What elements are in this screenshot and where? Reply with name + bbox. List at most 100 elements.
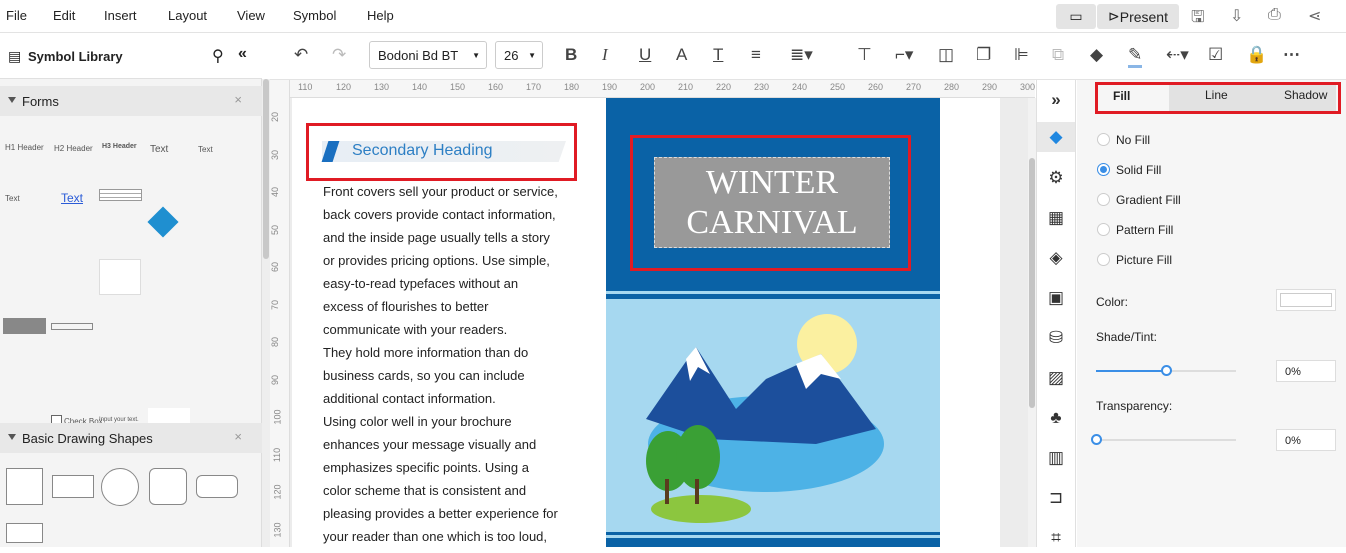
menu-layout[interactable]: Layout xyxy=(168,8,207,23)
symbol-text[interactable]: Text xyxy=(5,194,20,203)
label-gradient-fill: Gradient Fill xyxy=(1116,193,1181,207)
arrange-icon[interactable]: ❐ xyxy=(976,45,991,65)
font-family-select[interactable]: Bodoni Bd BT ▼ xyxy=(369,41,487,69)
present-button[interactable]: ⊳ Present xyxy=(1097,4,1179,29)
symbol-h3[interactable]: H3 Header xyxy=(102,143,137,150)
symbol-text[interactable]: Text xyxy=(150,144,168,155)
title-text-box[interactable]: WINTER CARNIVAL xyxy=(654,157,890,248)
ruler-label: 130 xyxy=(272,521,283,538)
shade-label: Shade/Tint: xyxy=(1096,330,1157,344)
print-icon[interactable]: ⎙ xyxy=(1268,6,1281,24)
line-style-icon[interactable]: ⇠▾ xyxy=(1166,45,1189,65)
search-icon[interactable]: ⚲ xyxy=(212,46,224,66)
share-icon[interactable]: ⋖ xyxy=(1308,6,1321,26)
slideshow-button[interactable]: ▭ xyxy=(1056,4,1096,29)
save-icon[interactable]: 🖫 xyxy=(1191,6,1205,33)
secondary-heading[interactable]: Secondary Heading xyxy=(352,142,493,160)
shade-input[interactable]: 0% xyxy=(1276,360,1336,382)
radio-picture-fill[interactable] xyxy=(1097,253,1110,266)
transparency-slider[interactable] xyxy=(1096,439,1236,441)
connector-icon[interactable]: ⌐▾ xyxy=(895,45,913,65)
shape-frame[interactable] xyxy=(6,523,43,543)
org-chart-icon[interactable]: ♣ xyxy=(1037,403,1075,433)
radio-gradient-fill[interactable] xyxy=(1097,193,1110,206)
menu-symbol[interactable]: Symbol xyxy=(293,8,336,23)
align-shape-icon[interactable]: ◫ xyxy=(938,45,954,65)
symbol-h1[interactable]: H1 Header xyxy=(5,143,44,152)
fit-icon[interactable]: ⌗ xyxy=(1037,523,1075,553)
symbol-form-card[interactable] xyxy=(99,259,141,295)
tree-trunk xyxy=(665,479,669,504)
menu-edit[interactable]: Edit xyxy=(53,8,75,23)
section-basic-drawing-shapes[interactable]: Basic Drawing Shapes × xyxy=(0,423,262,453)
symbol-table[interactable] xyxy=(99,189,142,201)
sidebar-scrollbar[interactable] xyxy=(262,79,270,547)
image-icon[interactable]: ▨ xyxy=(1037,363,1075,393)
canvas-scrollbar[interactable] xyxy=(1028,98,1036,547)
close-icon[interactable]: × xyxy=(234,92,242,107)
connector-panel-icon[interactable]: ⊐ xyxy=(1037,483,1075,513)
lock-icon[interactable]: 🔒 xyxy=(1246,45,1267,65)
download-icon[interactable]: ⇩ xyxy=(1230,6,1243,26)
ruler-label: 70 xyxy=(270,299,281,310)
radio-no-fill[interactable] xyxy=(1097,133,1110,146)
presentation-icon[interactable]: ▣ xyxy=(1037,283,1075,313)
transparency-input[interactable]: 0% xyxy=(1276,429,1336,451)
distribute-icon[interactable]: ⊫ xyxy=(1014,45,1029,65)
shape-circle[interactable] xyxy=(101,468,139,506)
bold-icon[interactable]: B xyxy=(565,45,577,65)
fill-bucket-icon[interactable]: ◆ xyxy=(1090,45,1103,65)
group-icon[interactable]: ⧉ xyxy=(1052,45,1064,65)
close-icon[interactable]: × xyxy=(234,429,242,444)
body-text-line: emphasizes specific points. Using a xyxy=(323,460,529,475)
chevron-down-icon xyxy=(8,97,16,103)
edit-shape-icon[interactable]: ☑ xyxy=(1208,45,1223,65)
shape-rounded-rectangle[interactable] xyxy=(196,475,238,498)
symbol-diamond-graphic[interactable] xyxy=(147,206,179,238)
line-spacing-icon[interactable]: ≣▾ xyxy=(790,45,813,65)
text-box-icon[interactable]: ⊤ xyxy=(857,45,872,65)
more-icon[interactable]: ⋯ xyxy=(1283,45,1300,65)
shape-settings-icon[interactable]: ⚙ xyxy=(1037,163,1075,193)
layers-icon[interactable]: ◈ xyxy=(1037,243,1075,273)
menu-insert[interactable]: Insert xyxy=(104,8,137,23)
grid-icon[interactable]: ▦ xyxy=(1037,203,1075,233)
redo-icon[interactable]: ↷ xyxy=(332,45,346,65)
symbol-input[interactable] xyxy=(51,323,93,330)
symbol-link-text[interactable]: Text xyxy=(61,191,83,205)
shape-rectangle[interactable] xyxy=(52,475,94,498)
font-size-select[interactable]: 26 ▼ xyxy=(495,41,543,69)
ruler-label: 160 xyxy=(488,82,504,92)
color-picker[interactable] xyxy=(1276,289,1336,311)
symbol-form-table[interactable] xyxy=(3,318,46,334)
italic-icon[interactable]: I xyxy=(602,45,608,65)
menu-view[interactable]: View xyxy=(237,8,265,23)
radio-pattern-fill[interactable] xyxy=(1097,223,1110,236)
underline-icon[interactable]: U xyxy=(639,45,651,65)
transparency-slider-handle[interactable] xyxy=(1091,434,1102,445)
font-color-icon[interactable]: A xyxy=(676,45,687,65)
section-forms[interactable]: Forms × xyxy=(0,86,262,116)
shade-slider-handle[interactable] xyxy=(1161,365,1172,376)
ruler-label: 170 xyxy=(526,82,542,92)
undo-icon[interactable]: ↶ xyxy=(294,45,308,65)
expand-panel-icon[interactable]: » xyxy=(1037,85,1075,115)
shape-rounded-square[interactable] xyxy=(149,468,187,505)
radio-solid-fill[interactable] xyxy=(1097,163,1110,176)
format-toolbar: ↶ ↷ Bodoni Bd BT ▼ 26 ▼ B I U A T ≡ ≣▾ ⊤ ⌐… xyxy=(270,33,1346,80)
shape-square[interactable] xyxy=(6,468,43,505)
body-text-line: Using color well in your brochure xyxy=(323,414,512,429)
symbol-text[interactable]: Text xyxy=(198,145,213,154)
collapse-sidebar-icon[interactable]: « xyxy=(238,45,247,63)
database-icon[interactable]: ⛁ xyxy=(1037,323,1075,353)
symbol-h2[interactable]: H2 Header xyxy=(54,144,93,153)
table-icon[interactable]: ▥ xyxy=(1037,443,1075,473)
fill-panel-icon[interactable]: ◆ xyxy=(1037,122,1075,152)
menu-file[interactable]: File xyxy=(6,8,27,23)
line-color-icon[interactable]: ✎ xyxy=(1128,45,1143,68)
body-text-line: your reader than one which is too loud, xyxy=(323,529,548,544)
text-style-icon[interactable]: T xyxy=(713,45,723,65)
align-icon[interactable]: ≡ xyxy=(751,45,761,65)
ruler-label: 290 xyxy=(982,82,998,92)
menu-help[interactable]: Help xyxy=(367,8,394,23)
